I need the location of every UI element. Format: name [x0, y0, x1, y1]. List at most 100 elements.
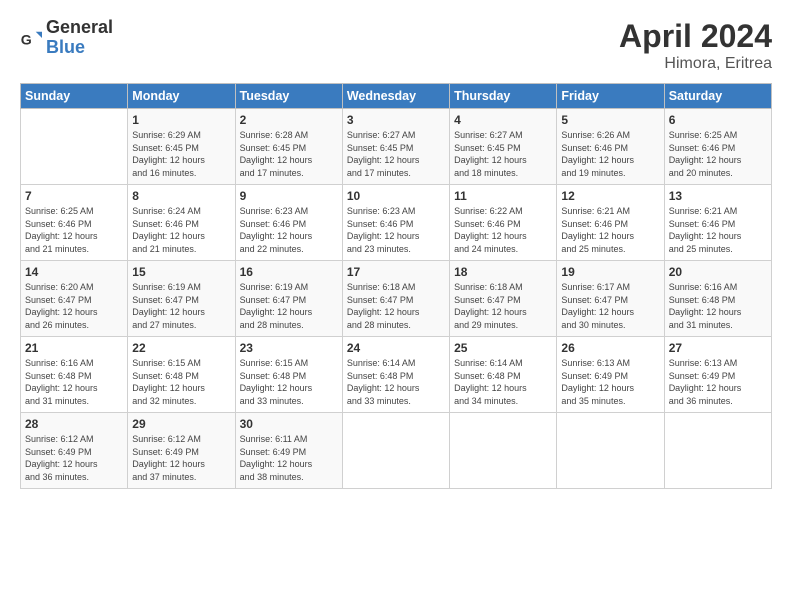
- day-info: Sunrise: 6:14 AM Sunset: 6:48 PM Dayligh…: [347, 357, 445, 407]
- calendar-cell: 25 Sunrise: 6:14 AM Sunset: 6:48 PM Dayli…: [450, 337, 557, 413]
- calendar-cell: 1 Sunrise: 6:29 AM Sunset: 6:45 PM Daylig…: [128, 109, 235, 185]
- calendar-cell: 29 Sunrise: 6:12 AM Sunset: 6:49 PM Dayli…: [128, 413, 235, 489]
- day-info: Sunrise: 6:12 AM Sunset: 6:49 PM Dayligh…: [132, 433, 230, 483]
- day-info: Sunrise: 6:22 AM Sunset: 6:46 PM Dayligh…: [454, 205, 552, 255]
- day-info: Sunrise: 6:18 AM Sunset: 6:47 PM Dayligh…: [454, 281, 552, 331]
- day-number: 17: [347, 265, 445, 279]
- calendar-cell: 30 Sunrise: 6:11 AM Sunset: 6:49 PM Dayli…: [235, 413, 342, 489]
- weekday-header-friday: Friday: [557, 84, 664, 109]
- weekday-header-tuesday: Tuesday: [235, 84, 342, 109]
- weekday-header-thursday: Thursday: [450, 84, 557, 109]
- calendar-cell: 4 Sunrise: 6:27 AM Sunset: 6:45 PM Daylig…: [450, 109, 557, 185]
- calendar-cell: 23Sunrise: 6:15 AM Sunset: 6:48 PM Dayli…: [235, 337, 342, 413]
- calendar-cell: 16Sunrise: 6:19 AM Sunset: 6:47 PM Dayli…: [235, 261, 342, 337]
- day-info: Sunrise: 6:18 AM Sunset: 6:47 PM Dayligh…: [347, 281, 445, 331]
- calendar-cell: 3Sunrise: 6:27 AM Sunset: 6:45 PM Daylig…: [342, 109, 449, 185]
- calendar-cell: [664, 413, 771, 489]
- calendar-cell: [557, 413, 664, 489]
- calendar-cell: 28 Sunrise: 6:12 AM Sunset: 6:49 PM Dayli…: [21, 413, 128, 489]
- weekday-header-sunday: Sunday: [21, 84, 128, 109]
- day-number: 4: [454, 113, 552, 127]
- day-info: Sunrise: 6:16 AM Sunset: 6:48 PM Dayligh…: [25, 357, 123, 407]
- calendar-cell: 24 Sunrise: 6:14 AM Sunset: 6:48 PM Dayli…: [342, 337, 449, 413]
- calendar-cell: 10 Sunrise: 6:23 AM Sunset: 6:46 PM Dayli…: [342, 185, 449, 261]
- day-info: Sunrise: 6:29 AM Sunset: 6:45 PM Dayligh…: [132, 129, 230, 179]
- calendar-subtitle: Himora, Eritrea: [619, 55, 772, 73]
- day-info: Sunrise: 6:21 AM Sunset: 6:46 PM Dayligh…: [669, 205, 767, 255]
- calendar-cell: 14Sunrise: 6:20 AM Sunset: 6:47 PM Dayli…: [21, 261, 128, 337]
- day-number: 18: [454, 265, 552, 279]
- day-number: 10: [347, 189, 445, 203]
- weekday-header-saturday: Saturday: [664, 84, 771, 109]
- day-number: 16: [240, 265, 338, 279]
- weekday-header-wednesday: Wednesday: [342, 84, 449, 109]
- day-info: Sunrise: 6:25 AM Sunset: 6:46 PM Dayligh…: [669, 129, 767, 179]
- day-number: 26: [561, 341, 659, 355]
- day-info: Sunrise: 6:27 AM Sunset: 6:45 PM Dayligh…: [454, 129, 552, 179]
- calendar-cell: 2 Sunrise: 6:28 AM Sunset: 6:45 PM Daylig…: [235, 109, 342, 185]
- title-block: April 2024 Himora, Eritrea: [619, 18, 772, 73]
- calendar-table: SundayMondayTuesdayWednesdayThursdayFrid…: [20, 83, 772, 489]
- calendar-cell: [450, 413, 557, 489]
- calendar-cell: 22 Sunrise: 6:15 AM Sunset: 6:48 PM Dayli…: [128, 337, 235, 413]
- day-info: Sunrise: 6:17 AM Sunset: 6:47 PM Dayligh…: [561, 281, 659, 331]
- day-number: 2: [240, 113, 338, 127]
- day-info: Sunrise: 6:12 AM Sunset: 6:49 PM Dayligh…: [25, 433, 123, 483]
- svg-text:G: G: [21, 31, 32, 47]
- day-info: Sunrise: 6:19 AM Sunset: 6:47 PM Dayligh…: [132, 281, 230, 331]
- calendar-cell: 12Sunrise: 6:21 AM Sunset: 6:46 PM Dayli…: [557, 185, 664, 261]
- day-info: Sunrise: 6:15 AM Sunset: 6:48 PM Dayligh…: [240, 357, 338, 407]
- day-number: 25: [454, 341, 552, 355]
- logo-icon: G: [20, 27, 42, 49]
- calendar-cell: 21 Sunrise: 6:16 AM Sunset: 6:48 PM Dayli…: [21, 337, 128, 413]
- day-number: 27: [669, 341, 767, 355]
- week-row-0: 1 Sunrise: 6:29 AM Sunset: 6:45 PM Daylig…: [21, 109, 772, 185]
- day-info: Sunrise: 6:11 AM Sunset: 6:49 PM Dayligh…: [240, 433, 338, 483]
- week-row-1: 7Sunrise: 6:25 AM Sunset: 6:46 PM Daylig…: [21, 185, 772, 261]
- day-number: 1: [132, 113, 230, 127]
- logo-blue: Blue: [46, 37, 85, 57]
- day-number: 22: [132, 341, 230, 355]
- day-number: 29: [132, 417, 230, 431]
- day-number: 8: [132, 189, 230, 203]
- day-info: Sunrise: 6:21 AM Sunset: 6:46 PM Dayligh…: [561, 205, 659, 255]
- day-number: 6: [669, 113, 767, 127]
- day-info: Sunrise: 6:24 AM Sunset: 6:46 PM Dayligh…: [132, 205, 230, 255]
- day-info: Sunrise: 6:14 AM Sunset: 6:48 PM Dayligh…: [454, 357, 552, 407]
- logo: G General Blue: [20, 18, 113, 58]
- day-number: 3: [347, 113, 445, 127]
- day-number: 19: [561, 265, 659, 279]
- calendar-cell: 11 Sunrise: 6:22 AM Sunset: 6:46 PM Dayli…: [450, 185, 557, 261]
- day-info: Sunrise: 6:16 AM Sunset: 6:48 PM Dayligh…: [669, 281, 767, 331]
- day-info: Sunrise: 6:28 AM Sunset: 6:45 PM Dayligh…: [240, 129, 338, 179]
- calendar-cell: 17 Sunrise: 6:18 AM Sunset: 6:47 PM Dayli…: [342, 261, 449, 337]
- day-number: 24: [347, 341, 445, 355]
- day-number: 13: [669, 189, 767, 203]
- day-info: Sunrise: 6:23 AM Sunset: 6:46 PM Dayligh…: [240, 205, 338, 255]
- day-number: 28: [25, 417, 123, 431]
- day-number: 21: [25, 341, 123, 355]
- logo-general: General: [46, 17, 113, 37]
- day-info: Sunrise: 6:13 AM Sunset: 6:49 PM Dayligh…: [669, 357, 767, 407]
- header: G General Blue April 2024 Himora, Eritre…: [20, 18, 772, 73]
- calendar-cell: 20Sunrise: 6:16 AM Sunset: 6:48 PM Dayli…: [664, 261, 771, 337]
- calendar-cell: 18 Sunrise: 6:18 AM Sunset: 6:47 PM Dayli…: [450, 261, 557, 337]
- calendar-cell: [21, 109, 128, 185]
- day-number: 5: [561, 113, 659, 127]
- calendar-title: April 2024: [619, 18, 772, 55]
- day-number: 9: [240, 189, 338, 203]
- calendar-body: 1 Sunrise: 6:29 AM Sunset: 6:45 PM Daylig…: [21, 109, 772, 489]
- calendar-cell: 8 Sunrise: 6:24 AM Sunset: 6:46 PM Daylig…: [128, 185, 235, 261]
- calendar-cell: 13 Sunrise: 6:21 AM Sunset: 6:46 PM Dayli…: [664, 185, 771, 261]
- calendar-cell: 26Sunrise: 6:13 AM Sunset: 6:49 PM Dayli…: [557, 337, 664, 413]
- week-row-2: 14Sunrise: 6:20 AM Sunset: 6:47 PM Dayli…: [21, 261, 772, 337]
- day-number: 15: [132, 265, 230, 279]
- day-info: Sunrise: 6:20 AM Sunset: 6:47 PM Dayligh…: [25, 281, 123, 331]
- calendar-cell: [342, 413, 449, 489]
- weekday-header-monday: Monday: [128, 84, 235, 109]
- day-number: 11: [454, 189, 552, 203]
- calendar-cell: 5Sunrise: 6:26 AM Sunset: 6:46 PM Daylig…: [557, 109, 664, 185]
- day-info: Sunrise: 6:15 AM Sunset: 6:48 PM Dayligh…: [132, 357, 230, 407]
- day-number: 30: [240, 417, 338, 431]
- day-info: Sunrise: 6:23 AM Sunset: 6:46 PM Dayligh…: [347, 205, 445, 255]
